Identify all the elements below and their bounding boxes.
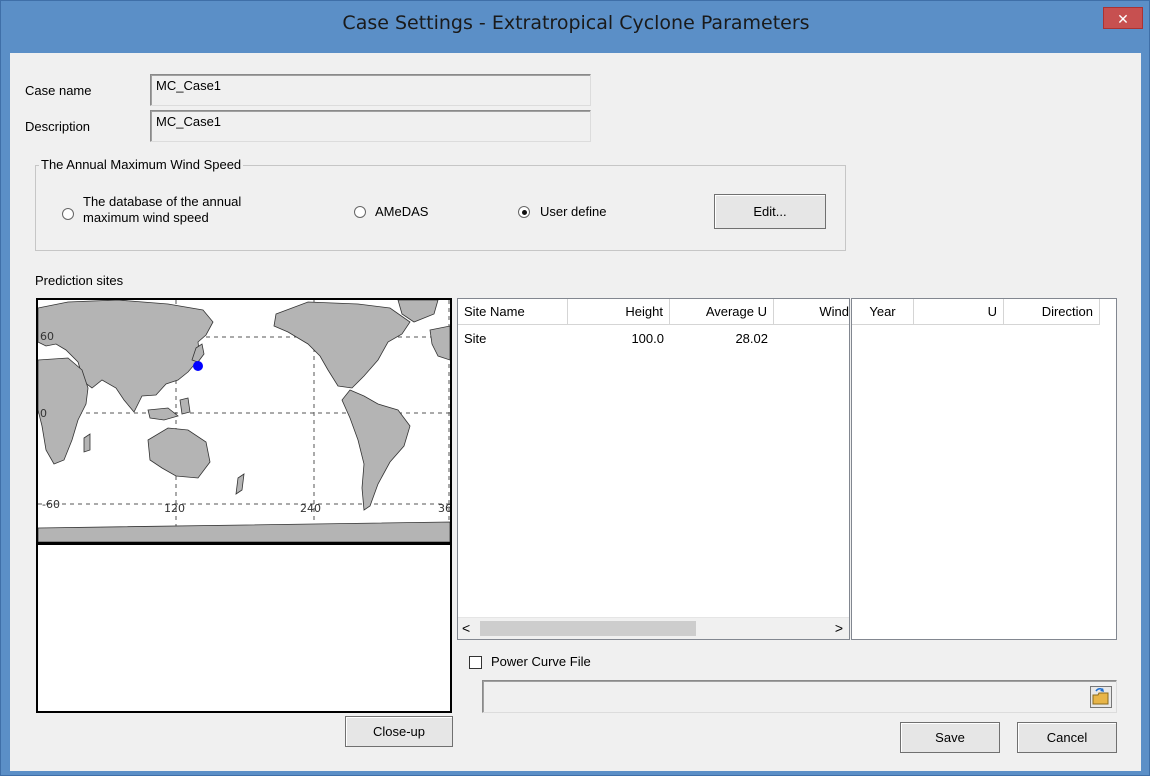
scrollbar-thumb[interactable]: [480, 621, 696, 636]
radio-user-define[interactable]: [518, 206, 530, 218]
prediction-sites-label: Prediction sites: [35, 273, 124, 288]
radio-user-define-label: User define: [540, 204, 607, 219]
annual-max-wind-group: The Annual Maximum Wind Speed The databa…: [35, 157, 846, 251]
group-title: The Annual Maximum Wind Speed: [39, 157, 244, 172]
lon-label-240: 240: [300, 502, 321, 515]
save-button[interactable]: Save: [900, 722, 1000, 753]
open-folder-icon: [1092, 687, 1109, 705]
browse-folder-button[interactable]: [1090, 686, 1112, 708]
edit-button[interactable]: Edit...: [714, 194, 826, 229]
sites-table[interactable]: Site Name Height Average U Wind Site 100…: [457, 298, 850, 640]
year-table[interactable]: Year U Direction: [851, 298, 1117, 640]
world-map[interactable]: 60 0 -60 120 240 36: [36, 298, 452, 544]
lon-label-360: 36: [438, 502, 450, 515]
column-header-year[interactable]: Year: [852, 299, 914, 325]
closeup-view-panel: [36, 543, 452, 713]
column-header-site-name[interactable]: Site Name: [458, 299, 568, 325]
power-curve-label: Power Curve File: [491, 654, 591, 669]
radio-database-label: The database of the annual maximum wind …: [83, 194, 242, 225]
lon-label-120: 120: [164, 502, 185, 515]
scroll-right-arrow-icon[interactable]: >: [835, 620, 843, 636]
radio-database[interactable]: [62, 208, 74, 220]
case-name-label: Case name: [25, 83, 92, 98]
lat-label-60: 60: [40, 330, 54, 343]
column-header-direction[interactable]: Direction: [1004, 299, 1100, 325]
column-header-u[interactable]: U: [914, 299, 1004, 325]
description-label: Description: [25, 119, 91, 134]
radio-amedas-label: AMeDAS: [375, 204, 429, 219]
case-name-field[interactable]: MC_Case1: [150, 74, 591, 106]
power-curve-file-field[interactable]: [482, 680, 1117, 713]
scroll-left-arrow-icon[interactable]: <: [462, 620, 470, 636]
closeup-button[interactable]: Close-up: [345, 716, 453, 747]
world-map-svg: 60 0 -60 120 240 36: [38, 300, 450, 542]
close-icon: ✕: [1117, 11, 1129, 27]
cell-height: 100.0: [631, 331, 664, 346]
lat-label-0: 0: [40, 407, 47, 420]
lat-label-minus60: -60: [42, 498, 60, 511]
radio-amedas[interactable]: [354, 206, 366, 218]
horizontal-scrollbar[interactable]: < >: [458, 617, 849, 639]
description-field[interactable]: MC_Case1: [150, 110, 591, 142]
column-header-wind[interactable]: Wind: [774, 299, 849, 325]
column-header-height[interactable]: Height: [568, 299, 670, 325]
cell-average-u: 28.02: [735, 331, 768, 346]
cell-site-name: Site: [464, 331, 487, 346]
cancel-button[interactable]: Cancel: [1017, 722, 1117, 753]
title-bar[interactable]: Case Settings - Extratropical Cyclone Pa…: [1, 1, 1150, 45]
column-header-average-u[interactable]: Average U: [670, 299, 774, 325]
window-title: Case Settings - Extratropical Cyclone Pa…: [342, 12, 810, 34]
site-marker[interactable]: [193, 361, 203, 371]
dialog-body: Case name MC_Case1 Description MC_Case1 …: [10, 53, 1141, 771]
close-button[interactable]: ✕: [1103, 7, 1143, 29]
dialog-window: Case Settings - Extratropical Cyclone Pa…: [0, 0, 1150, 776]
power-curve-checkbox[interactable]: [469, 656, 482, 669]
